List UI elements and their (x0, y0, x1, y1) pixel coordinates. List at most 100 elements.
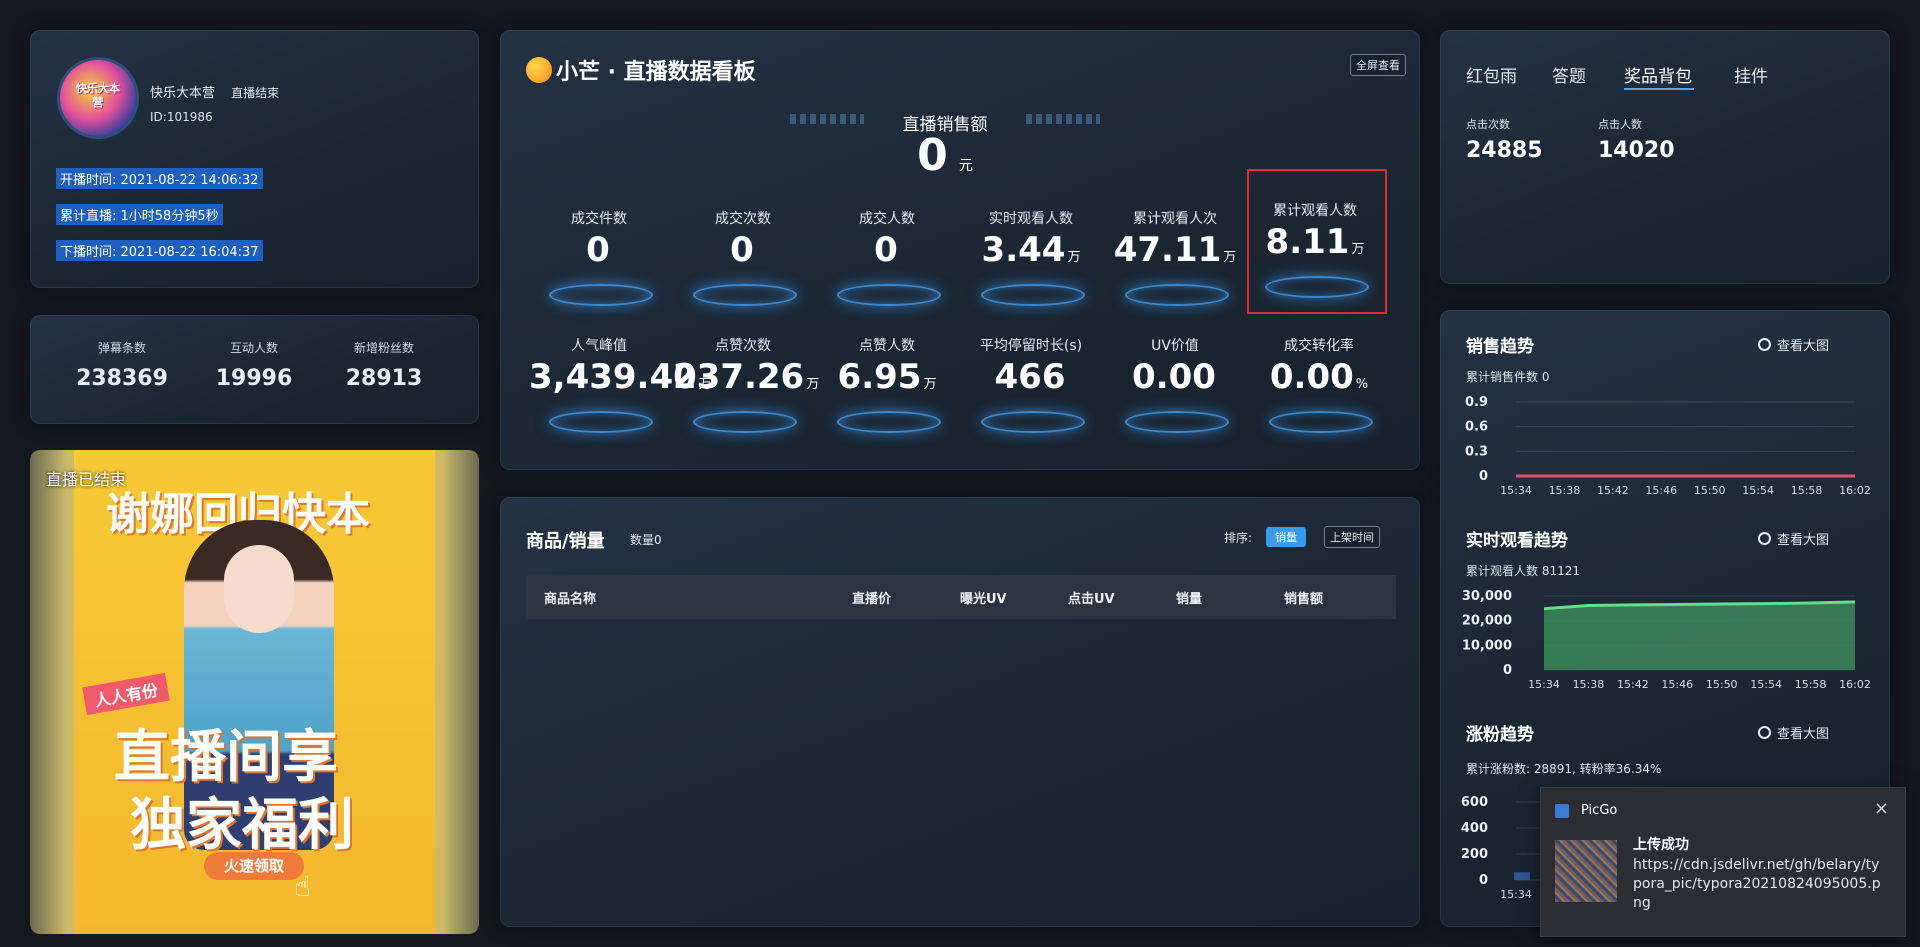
kpi-value-wrap: 237.26 万 (673, 357, 819, 397)
y-tick-label: 0.9 (1465, 395, 1488, 410)
kpi-value: 0 (874, 230, 898, 270)
picgo-notification: PicGo × 上传成功 https://cdn.jsdelivr.net/gh… (1540, 787, 1906, 937)
y-tick-label: 400 (1461, 821, 1488, 836)
active-tab-indicator (1624, 88, 1694, 90)
live-cover-poster: 谢娜回归快本 人人有份 直播间享 独家福利 火速领取 ☝ 直播已结束 (30, 450, 479, 934)
picgo-message: https://cdn.jsdelivr.net/gh/belary/typor… (1633, 857, 1881, 911)
products-table-header: 商品名称 直播价 曝光UV 点击UV 销量 销售额 (526, 575, 1396, 619)
view-big-label: 查看大图 (1777, 533, 1830, 548)
y-tick-label: 0.3 (1465, 444, 1488, 459)
kpi-pedestal (1265, 276, 1369, 298)
fans-view-big-button[interactable]: 查看大图 (1758, 723, 1829, 742)
kpi-pedestal (1269, 411, 1373, 433)
decor-bars-right (1026, 114, 1100, 124)
products-count: 数量0 (630, 533, 662, 547)
streamer-avatar: 快乐大本营 (60, 60, 136, 136)
kpi-label: 成交转化率 (1284, 338, 1354, 354)
dashboard-header: 小芒 · 直播数据看板 (526, 54, 756, 86)
view-big-label: 查看大图 (1777, 727, 1830, 742)
kpi-value-wrap: 6.95 万 (817, 357, 957, 397)
kpi-pedestal (549, 411, 653, 433)
kpi-pedestal (1125, 411, 1229, 433)
poster-badge: 人人有份 (82, 672, 170, 716)
kpi-value-wrap: 3.44 万 (961, 230, 1101, 270)
live-status-tag: 直播结束 (231, 86, 280, 100)
stat-value: 28913 (345, 366, 423, 391)
end-time: 下播时间: 2021-08-22 16:04:37 (56, 240, 263, 261)
kpi-unit: 万 (1067, 250, 1081, 265)
kpi-value-wrap: 0 (529, 230, 669, 270)
kpi-value-wrap: 0.00 (1105, 357, 1245, 397)
kpi-total-viewers: 累计观看人数 8.11 万 (1245, 200, 1385, 298)
x-tick-label: 15:54 (1742, 484, 1774, 497)
sort-by-listing-time-button[interactable]: 上架时间 (1324, 526, 1380, 548)
kpi-pedestal (837, 411, 941, 433)
x-tick-label: 15:38 (1573, 678, 1605, 691)
tab-red-envelope[interactable]: 红包雨 (1466, 62, 1517, 87)
danmaku-count-stat: 弹幕条数 238369 (52, 339, 192, 391)
kpi-label: 实时观看人数 (989, 211, 1073, 227)
viewers-view-big-button[interactable]: 查看大图 (1758, 529, 1829, 548)
x-tick-label: 15:58 (1795, 678, 1827, 691)
x-tick-label: 15:50 (1706, 678, 1738, 691)
sales-trend-title: 销售趋势 (1466, 337, 1534, 357)
tab-quiz[interactable]: 答题 (1552, 62, 1586, 87)
kpi-value: 47.11 (1113, 230, 1222, 270)
sort-by-sales-button[interactable]: 销量 (1266, 527, 1306, 547)
search-icon (1758, 532, 1771, 545)
poster-artwork: 谢娜回归快本 人人有份 直播间享 独家福利 火速领取 ☝ (74, 450, 435, 934)
kpi-likes-users: 点赞人数 6.95 万 (817, 335, 957, 433)
viewers-trend-subtitle: 累计观看人数 81121 (1466, 564, 1580, 578)
kpi-unit: % (1355, 377, 1369, 392)
products-panel: 商品/销量 数量0 排序: 销量 上架时间 商品名称 直播价 曝光UV 点击UV… (500, 497, 1420, 927)
kpi-likes-count: 点赞次数 237.26 万 (673, 335, 819, 433)
streamer-info-panel: 快乐大本营 快乐大本营 直播结束 ID:101986 开播时间: 2021-08… (30, 30, 479, 288)
kpi-label: 点赞人数 (859, 338, 915, 354)
kpi-label: 累计观看人次 (1133, 211, 1217, 227)
kpi-deal-count: 成交次数 0 (673, 208, 813, 306)
x-tick-label: 16:02 (1839, 484, 1871, 497)
search-icon (1758, 338, 1771, 351)
col-sales-amount[interactable]: 销售额 (1284, 588, 1323, 607)
stat-label: 弹幕条数 (97, 341, 146, 355)
tab-prize-bag[interactable]: 奖品背包 (1624, 62, 1692, 87)
col-click-uv[interactable]: 点击UV (1068, 588, 1115, 607)
click-users-value: 14020 (1598, 138, 1675, 163)
kpi-total-views: 累计观看人次 47.11 万 (1105, 208, 1245, 306)
col-product-name[interactable]: 商品名称 (544, 588, 596, 607)
sales-total: 0 元 (860, 130, 1030, 181)
hand-pointer-icon: ☝ (294, 870, 312, 903)
decor-bars-left (790, 114, 864, 124)
kpi-unit: 万 (923, 377, 937, 392)
close-icon[interactable]: × (1874, 798, 1889, 819)
sales-trend-chart: 0.9 0.6 0.3 0 15:34 15:38 15:42 15:46 15:50 15:54… (1465, 395, 1871, 497)
social-stats-panel: 弹幕条数 238369 互动人数 19996 新增粉丝数 28913 (30, 315, 479, 424)
y-tick-label: 10,000 (1462, 638, 1512, 653)
kpi-label: 成交人数 (859, 211, 915, 227)
kpi-value-wrap: 8.11 万 (1245, 222, 1385, 262)
col-exposure-uv[interactable]: 曝光UV (960, 588, 1007, 607)
picgo-title: 上传成功 (1633, 837, 1689, 853)
kpi-pedestal (981, 284, 1085, 306)
col-sales-volume[interactable]: 销量 (1176, 588, 1202, 607)
col-live-price[interactable]: 直播价 (852, 588, 891, 607)
kpi-label: UV价值 (1151, 338, 1199, 354)
kpi-deal-users: 成交人数 0 (817, 208, 957, 306)
sales-view-big-button[interactable]: 查看大图 (1758, 335, 1829, 354)
fans-trend-title: 涨粉趋势 (1466, 725, 1534, 745)
fullscreen-button[interactable]: 全屏查看 (1350, 54, 1406, 76)
y-tick-label: 20,000 (1462, 614, 1512, 629)
poster-face (224, 545, 294, 633)
kpi-value: 0 (586, 230, 610, 270)
x-tick-label: 15:54 (1750, 678, 1782, 691)
kpi-value: 8.11 (1265, 222, 1350, 262)
dashboard-panel: 小芒 · 直播数据看板 全屏查看 直播销售额 0 元 成交件数 0 成交次数 0… (500, 30, 1420, 470)
streamer-name: 快乐大本营 (150, 86, 216, 101)
y-tick-label: 30,000 (1462, 589, 1512, 604)
kpi-pedestal (981, 411, 1085, 433)
tab-pendant[interactable]: 挂件 (1734, 62, 1768, 87)
kpi-unit: 万 (1351, 242, 1365, 257)
products-title: 商品/销量 (526, 531, 605, 552)
kpi-realtime-viewers: 实时观看人数 3.44 万 (961, 208, 1101, 306)
view-big-label: 查看大图 (1777, 339, 1830, 354)
